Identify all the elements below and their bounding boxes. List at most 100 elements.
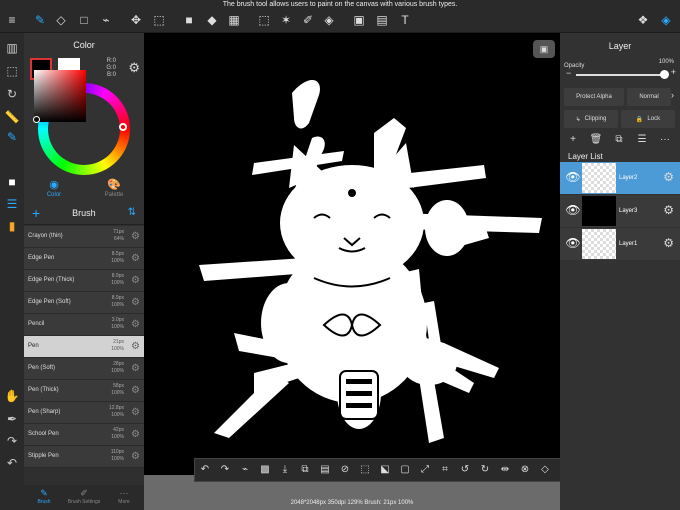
crop-icon[interactable]: ⌗ — [435, 460, 455, 480]
sv-knob[interactable] — [33, 116, 40, 123]
opacity-plus-icon[interactable]: + — [671, 67, 676, 77]
lasso-tool-icon[interactable]: ⌁ — [97, 11, 115, 29]
layer-row-layer1[interactable]: 👁 Layer1 ⚙ — [560, 228, 680, 260]
brush-gear-icon[interactable]: ⚙ — [131, 363, 140, 374]
navigator-button[interactable]: ▣ — [533, 40, 555, 58]
selection-rect-icon[interactable]: □ — [75, 11, 93, 29]
layer-list-icon[interactable]: ☰ — [634, 134, 650, 148]
brush-item[interactable]: School Pen 42px 100% ⚙ — [24, 424, 144, 446]
hue-knob[interactable] — [119, 123, 127, 131]
color-settings-gear-icon[interactable]: ⚙ — [128, 60, 140, 76]
deselect-icon[interactable]: ▢ — [395, 460, 415, 480]
visibility-eye-icon[interactable]: 👁 — [565, 170, 581, 186]
brush-item[interactable]: Edge Pen (Thick) 8.9px 100% ⚙ — [24, 270, 144, 292]
snap-icon[interactable]: ✎ — [3, 128, 21, 146]
brush-item[interactable]: Pen (Soft) 28px 100% ⚙ — [24, 358, 144, 380]
layer-settings-gear-icon[interactable]: ⚙ — [663, 236, 674, 250]
fill-color-icon[interactable]: ■ — [180, 11, 198, 29]
transform-tool-icon[interactable]: ⬚ — [150, 11, 168, 29]
color-panel-icon[interactable]: ■ — [3, 173, 21, 191]
sort-icon[interactable]: ⇅ — [128, 207, 136, 218]
move-tool-icon[interactable]: ✥ — [127, 11, 145, 29]
redo-icon[interactable]: ↷ — [215, 460, 235, 480]
duplicate-layer-icon[interactable]: ⧉ — [611, 134, 627, 148]
brush-tool-icon[interactable]: ✎ — [31, 11, 49, 29]
menu-icon[interactable]: ≡ — [3, 11, 21, 29]
undo-icon[interactable]: ↶ — [195, 460, 215, 480]
clear-icon[interactable]: ⊘ — [335, 460, 355, 480]
rotate-icon[interactable]: ↻ — [3, 85, 21, 103]
eraser-icon[interactable]: ◇ — [535, 460, 555, 480]
eyedropper-icon[interactable]: ✒ — [3, 410, 21, 428]
paste-icon[interactable]: ▤ — [315, 460, 335, 480]
magic-wand-icon[interactable]: ✶ — [277, 11, 295, 29]
brush-gear-icon[interactable]: ⚙ — [131, 429, 140, 440]
layer-settings-gear-icon[interactable]: ⚙ — [663, 170, 674, 184]
brush-item[interactable]: Pencil 3.0px 100% ⚙ — [24, 314, 144, 336]
brush-item[interactable]: Edge Pen 8.5px 100% ⚙ — [24, 248, 144, 270]
text-tool-icon[interactable]: T — [396, 11, 414, 29]
canvas[interactable] — [144, 33, 560, 510]
filter-icon[interactable]: ▣ — [350, 11, 368, 29]
brush-gear-icon[interactable]: ⚙ — [131, 407, 140, 418]
brush-item[interactable]: Pen (Sharp) 12.8px 100% ⚙ — [24, 402, 144, 424]
palette-icon[interactable]: ▮ — [3, 217, 21, 235]
layers-icon[interactable]: ◈ — [657, 11, 675, 29]
copy-icon[interactable]: ⧉ — [295, 460, 315, 480]
brush-item-selected[interactable]: Pen 21px 100% ⚙ — [24, 336, 144, 358]
footer-more[interactable]: ··· More — [104, 485, 144, 510]
visibility-eye-icon[interactable]: 👁 — [565, 203, 581, 219]
bucket-tool-icon[interactable]: ◆ — [203, 11, 221, 29]
selection-icon[interactable]: ⬚ — [3, 62, 21, 80]
layer-settings-gear-icon[interactable]: ⚙ — [663, 203, 674, 217]
materials-icon[interactable]: ❖ — [634, 11, 652, 29]
save-icon[interactable]: ⤓ — [275, 460, 295, 480]
brush-gear-icon[interactable]: ⚙ — [131, 275, 140, 286]
clipping-button[interactable]: ↳ Clipping — [564, 110, 618, 128]
brush-item[interactable]: Pen (Thick) 58px 100% ⚙ — [24, 380, 144, 402]
select-eraser-icon[interactable]: ◈ — [320, 11, 338, 29]
hand-tool-icon[interactable]: ✋ — [3, 387, 21, 405]
brush-list-icon[interactable]: ☰ — [3, 195, 21, 213]
protect-alpha-button[interactable]: Protect Alpha — [564, 88, 624, 106]
select-tool-icon[interactable]: ⬚ — [255, 11, 273, 29]
layer-panel-icon[interactable]: ▥ — [3, 39, 21, 57]
redo-icon[interactable]: ↷ — [3, 432, 21, 450]
layer-more-icon[interactable]: ··· — [657, 134, 673, 148]
opacity-slider[interactable] — [576, 74, 664, 76]
add-layer-icon[interactable]: + — [565, 134, 581, 148]
brush-gear-icon[interactable]: ⚙ — [131, 253, 140, 264]
brush-item[interactable]: Crayon (thin) 71px 64% ⚙ — [24, 226, 144, 248]
eraser-tool-icon[interactable]: ◇ — [52, 11, 70, 29]
frame-divider-icon[interactable]: ▤ — [373, 11, 391, 29]
brush-item[interactable]: Edge Pen (Soft) 8.9px 100% ⚙ — [24, 292, 144, 314]
brush-gear-icon[interactable]: ⚙ — [131, 319, 140, 330]
delete-layer-icon[interactable]: 🗑 — [588, 134, 604, 148]
snap-off-icon[interactable]: ⊗ — [515, 460, 535, 480]
undo-icon[interactable]: ↶ — [3, 454, 21, 472]
checker-fill-icon[interactable]: ▩ — [255, 460, 275, 480]
layer-row-layer2[interactable]: 👁 Layer2 ⚙ — [560, 162, 680, 194]
opacity-minus-icon[interactable]: − — [566, 68, 571, 78]
invert-selection-icon[interactable]: ⬕ — [375, 460, 395, 480]
footer-brush[interactable]: ✎ Brush — [24, 485, 64, 510]
blend-mode-select[interactable]: Normal — [627, 88, 671, 106]
gradient-tool-icon[interactable]: ▦ — [225, 11, 243, 29]
lock-button[interactable]: 🔒 Lock — [621, 110, 675, 128]
opacity-knob[interactable] — [660, 70, 669, 79]
rotate-left-icon[interactable]: ↺ — [455, 460, 475, 480]
ruler-icon[interactable]: 📏 — [3, 108, 21, 126]
brush-gear-icon[interactable]: ⚙ — [131, 341, 140, 352]
brush-gear-icon[interactable]: ⚙ — [131, 385, 140, 396]
rotate-right-icon[interactable]: ↻ — [475, 460, 495, 480]
layer-row-layer3[interactable]: 👁 Layer3 ⚙ — [560, 195, 680, 227]
brush-gear-icon[interactable]: ⚙ — [131, 231, 140, 242]
saturation-value-square[interactable] — [34, 70, 86, 122]
flip-icon[interactable]: ⇹ — [495, 460, 515, 480]
transform-icon[interactable]: ⤢ — [415, 460, 435, 480]
brush-gear-icon[interactable]: ⚙ — [131, 451, 140, 462]
brush-item[interactable]: Stipple Pen 110px 100% ⚙ — [24, 446, 144, 468]
select-pen-icon[interactable]: ✐ — [299, 11, 317, 29]
select-all-icon[interactable]: ⬚ — [355, 460, 375, 480]
add-brush-icon[interactable]: + — [32, 205, 40, 221]
